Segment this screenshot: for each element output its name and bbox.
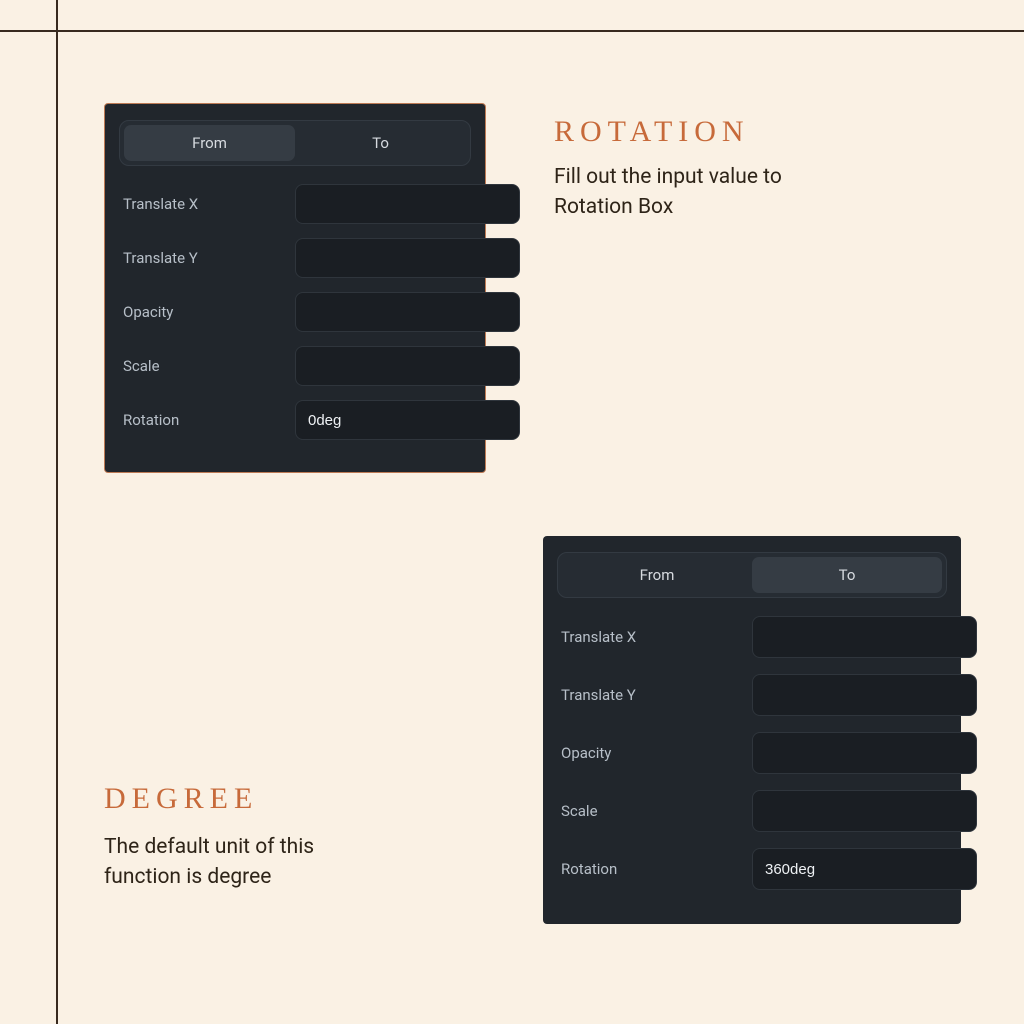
label-opacity: Opacity (119, 303, 295, 321)
row-translate-y: Translate Y (119, 238, 471, 278)
row-opacity: Opacity (557, 732, 947, 774)
input-translate-x[interactable] (752, 616, 977, 658)
rotation-panel-from: From To Translate X Translate Y Opacity … (104, 103, 486, 473)
input-rotation[interactable] (752, 848, 977, 890)
input-translate-x[interactable] (295, 184, 520, 224)
label-rotation: Rotation (119, 411, 295, 429)
input-opacity[interactable] (295, 292, 520, 332)
input-rotation[interactable] (295, 400, 520, 440)
tab-group: From To (119, 120, 471, 166)
row-scale: Scale (557, 790, 947, 832)
label-translate-x: Translate X (557, 628, 752, 646)
row-rotation: Rotation (557, 848, 947, 890)
row-opacity: Opacity (119, 292, 471, 332)
caption-degree: The default unit of this function is deg… (104, 832, 364, 893)
input-translate-y[interactable] (295, 238, 520, 278)
row-translate-x: Translate X (119, 184, 471, 224)
label-scale: Scale (119, 357, 295, 375)
caption-rotation: Fill out the input value to Rotation Box (554, 162, 854, 223)
tab-group: From To (557, 552, 947, 598)
tab-to[interactable]: To (295, 125, 466, 161)
heading-rotation: ROTATION (554, 115, 750, 149)
input-opacity[interactable] (752, 732, 977, 774)
tab-from[interactable]: From (562, 557, 752, 593)
rotation-panel-to: From To Translate X Translate Y Opacity … (543, 536, 961, 924)
tab-to[interactable]: To (752, 557, 942, 593)
horizontal-rule (0, 30, 1024, 32)
label-translate-y: Translate Y (557, 686, 752, 704)
label-translate-x: Translate X (119, 195, 295, 213)
label-rotation: Rotation (557, 860, 752, 878)
input-translate-y[interactable] (752, 674, 977, 716)
label-opacity: Opacity (557, 744, 752, 762)
input-scale[interactable] (295, 346, 520, 386)
heading-degree: DEGREE (104, 782, 258, 816)
row-rotation: Rotation (119, 400, 471, 440)
row-scale: Scale (119, 346, 471, 386)
vertical-rule (56, 0, 58, 1024)
input-scale[interactable] (752, 790, 977, 832)
label-translate-y: Translate Y (119, 249, 295, 267)
row-translate-x: Translate X (557, 616, 947, 658)
label-scale: Scale (557, 802, 752, 820)
tab-from[interactable]: From (124, 125, 295, 161)
row-translate-y: Translate Y (557, 674, 947, 716)
